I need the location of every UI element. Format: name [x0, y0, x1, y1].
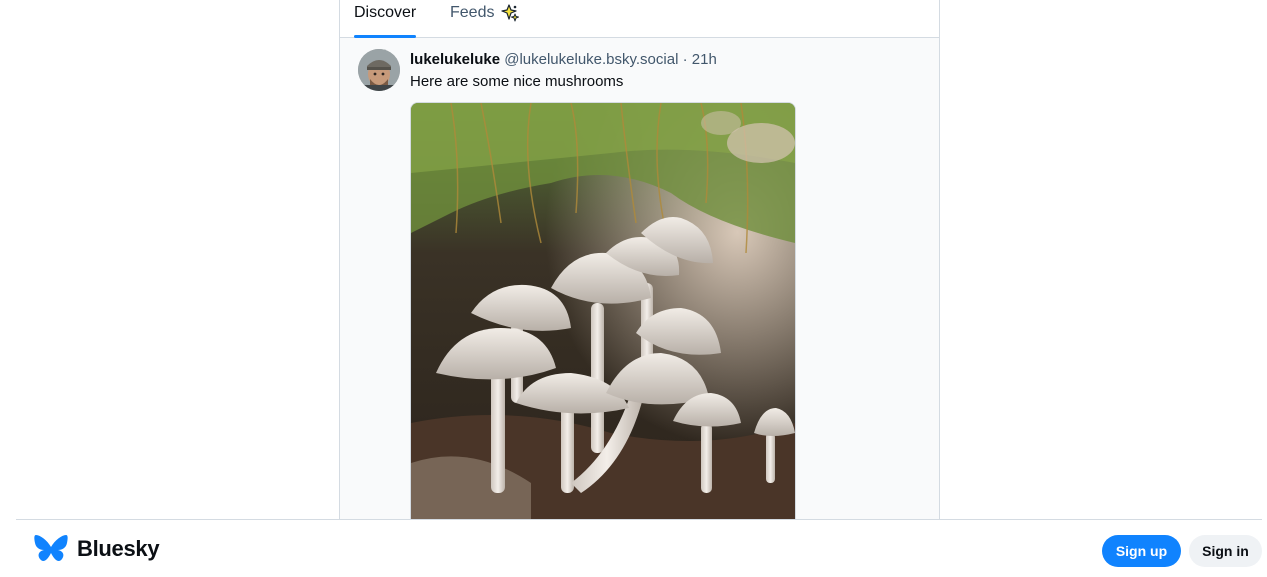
brand-name: Bluesky	[77, 536, 160, 561]
bottom-bar: Bluesky Sign up Sign in	[16, 519, 1262, 577]
post-header: lukelukeluke @lukelukeluke.bsky.social ·…	[410, 50, 717, 70]
tab-feeds[interactable]: Feeds	[450, 0, 520, 37]
post-text: Here are some nice mushrooms	[410, 73, 624, 90]
meta-separator: ·	[682, 51, 688, 68]
sparkle-icon	[501, 4, 520, 22]
sign-in-button[interactable]: Sign in	[1189, 535, 1262, 567]
tab-discover-label: Discover	[354, 4, 417, 21]
mushrooms-photo-icon	[411, 103, 795, 533]
brand-logo[interactable]: Bluesky	[34, 534, 160, 564]
sign-up-button[interactable]: Sign up	[1102, 535, 1181, 567]
feed-tabs: Discover Feeds	[340, 0, 939, 38]
post-timestamp[interactable]: 21h	[692, 51, 717, 68]
page: Discover Feeds lukelukeluke @lukelukeluk…	[0, 0, 1267, 577]
user-avatar-icon	[358, 49, 400, 91]
avatar[interactable]	[358, 49, 400, 91]
post-card[interactable]: lukelukeluke @lukelukeluke.bsky.social ·…	[340, 38, 939, 534]
author-handle[interactable]: @lukelukeluke.bsky.social	[504, 51, 678, 68]
tab-discover[interactable]: Discover	[354, 0, 417, 38]
butterfly-icon	[34, 535, 68, 561]
tab-feeds-label: Feeds	[450, 4, 495, 21]
post-image[interactable]	[410, 102, 796, 534]
author-display-name[interactable]: lukelukeluke	[410, 51, 500, 68]
feed-column: Discover Feeds lukelukeluke @lukelukeluk…	[339, 0, 940, 577]
